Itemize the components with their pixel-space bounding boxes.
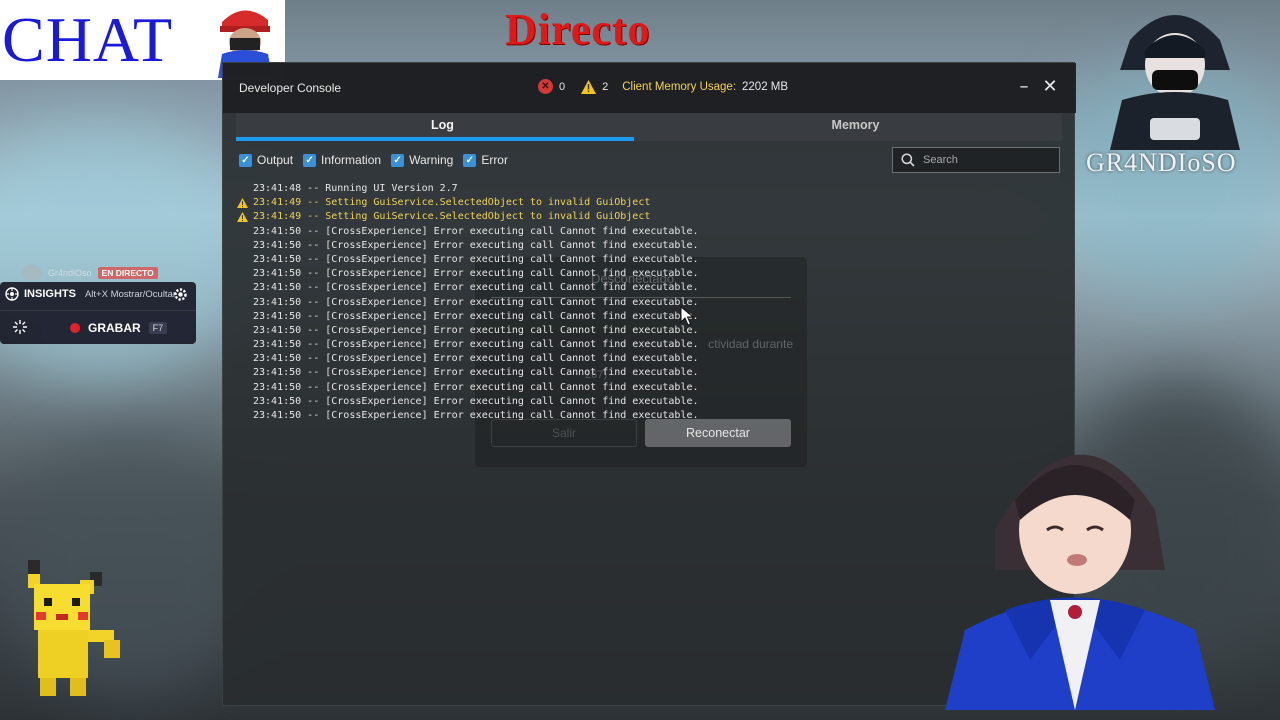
warning-icon xyxy=(581,79,597,94)
log-text: 23:41:50 -- [CrossExperience] Error exec… xyxy=(253,268,699,280)
search-input[interactable] xyxy=(923,154,1053,166)
log-text: 23:41:50 -- [CrossExperience] Error exec… xyxy=(253,225,699,237)
log-text: 23:41:48 -- Running UI Version 2.7 xyxy=(253,183,458,194)
warning-icon xyxy=(237,212,248,223)
record-shortcut: F7 xyxy=(148,322,168,334)
checkbox-icon[interactable]: ✓ xyxy=(391,153,405,167)
pikachu-image xyxy=(28,560,120,696)
log-text: 23:41:49 -- Setting GuiService.SelectedO… xyxy=(253,211,651,223)
log-line: 23:41:50 -- [CrossExperience] Error exec… xyxy=(237,338,1057,352)
stream-title: Directo xyxy=(505,5,651,54)
log-output: 23:41:48 -- Running UI Version 2.7 23:41:… xyxy=(237,182,1057,692)
error-count: 0 xyxy=(559,80,566,93)
gear-icon[interactable] xyxy=(173,287,188,302)
log-line: 23:41:50 -- [CrossExperience] Error exec… xyxy=(237,225,1057,239)
log-line: 23:41:50 -- [CrossExperience] Error exec… xyxy=(237,310,1057,324)
log-text: 23:41:50 -- [CrossExperience] Error exec… xyxy=(253,253,699,265)
search-box[interactable] xyxy=(892,147,1060,173)
log-text: 23:41:50 -- [CrossExperience] Error exec… xyxy=(253,381,699,393)
search-icon xyxy=(901,153,915,167)
log-line: 23:41:50 -- [CrossExperience] Error exec… xyxy=(237,296,1057,310)
console-status: ✕ 0 2 Client Memory Usage: 2202 MB xyxy=(538,79,788,94)
record-button[interactable]: GRABAR F7 xyxy=(42,314,192,342)
log-text: 23:41:50 -- [CrossExperience] Error exec… xyxy=(253,239,699,251)
error-icon: ✕ xyxy=(538,79,553,94)
memory-value: 2202 MB xyxy=(742,80,789,93)
filter-label: Warning xyxy=(409,153,454,167)
tab-memory[interactable]: Memory xyxy=(649,113,1062,141)
filter-error[interactable]: ✓ Error xyxy=(463,153,508,167)
insights-divider xyxy=(0,310,196,311)
log-line: 23:41:48 -- Running UI Version 2.7 xyxy=(237,182,1057,196)
streamer-logo-image xyxy=(1110,15,1240,150)
memory-label: Client Memory Usage: xyxy=(622,80,737,93)
log-text: 23:41:50 -- [CrossExperience] Error exec… xyxy=(253,296,699,308)
checkbox-icon[interactable]: ✓ xyxy=(239,153,252,167)
log-line: 23:41:50 -- [CrossExperience] Error exec… xyxy=(237,281,1057,295)
record-label: GRABAR xyxy=(88,321,141,335)
checkbox-icon[interactable]: ✓ xyxy=(303,153,317,167)
warning-icon xyxy=(237,198,248,209)
insights-logo-icon xyxy=(5,287,19,301)
chat-label: CHAT xyxy=(2,4,174,75)
filter-output[interactable]: ✓ Output xyxy=(239,153,293,167)
insights-widget: INSIGHTS Alt+X Mostrar/Ocultar GRABAR F7 xyxy=(0,282,196,344)
log-text: 23:41:50 -- [CrossExperience] Error exec… xyxy=(253,395,699,407)
log-line: 23:41:50 -- [CrossExperience] Error exec… xyxy=(237,324,1057,338)
insights-user: Gr4ndiOso EN DIRECTO xyxy=(22,265,158,281)
mouse-cursor-icon xyxy=(680,306,694,326)
console-title: Developer Console xyxy=(239,81,342,95)
log-line: 23:41:50 -- [CrossExperience] Error exec… xyxy=(237,253,1057,267)
log-line: 23:41:50 -- [CrossExperience] Error exec… xyxy=(237,409,1057,423)
log-text: 23:41:50 -- [CrossExperience] Error exec… xyxy=(253,353,699,365)
log-text: 23:41:50 -- [CrossExperience] Error exec… xyxy=(253,324,699,336)
insights-header: INSIGHTS Alt+X Mostrar/Ocultar xyxy=(5,287,176,301)
filter-label: Information xyxy=(321,153,382,167)
log-line: 23:41:50 -- [CrossExperience] Error exec… xyxy=(237,395,1057,409)
log-line: 23:41:50 -- [CrossExperience] Error exec… xyxy=(237,352,1057,366)
warning-count: 2 xyxy=(602,80,609,93)
insights-shortcut-hint: Alt+X Mostrar/Ocultar xyxy=(84,288,177,300)
vtuber-avatar-image xyxy=(945,454,1215,710)
filter-label: Output xyxy=(257,153,294,167)
console-tabs: Log Memory xyxy=(236,113,1062,141)
sparkle-icon[interactable] xyxy=(12,319,28,335)
log-line-warning: 23:41:49 -- Setting GuiService.SelectedO… xyxy=(237,210,1057,224)
log-line-warning: 23:41:49 -- Setting GuiService.SelectedO… xyxy=(237,196,1057,210)
filter-label: Error xyxy=(481,153,508,167)
log-text: 23:41:50 -- [CrossExperience] Error exec… xyxy=(253,367,699,379)
insights-title: INSIGHTS xyxy=(24,288,76,300)
log-text: 23:41:50 -- [CrossExperience] Error exec… xyxy=(253,410,699,421)
record-icon xyxy=(70,323,80,333)
log-line: 23:41:50 -- [CrossExperience] Error exec… xyxy=(237,366,1057,380)
log-text: 23:41:50 -- [CrossExperience] Error exec… xyxy=(253,282,699,294)
log-text: 23:41:50 -- [CrossExperience] Error exec… xyxy=(253,339,699,351)
avatar xyxy=(22,265,42,281)
log-line: 23:41:50 -- [CrossExperience] Error exec… xyxy=(237,239,1057,253)
log-line: 23:41:50 -- [CrossExperience] Error exec… xyxy=(237,267,1057,281)
live-badge: EN DIRECTO xyxy=(97,267,158,279)
checkbox-icon[interactable]: ✓ xyxy=(463,153,477,167)
log-line: 23:41:50 -- [CrossExperience] Error exec… xyxy=(237,381,1057,395)
insights-user-name: Gr4ndiOso xyxy=(48,268,92,278)
filter-information[interactable]: ✓ Information xyxy=(303,153,381,167)
log-text: 23:41:49 -- Setting GuiService.SelectedO… xyxy=(253,197,651,209)
close-icon[interactable]: ✕ xyxy=(1039,77,1061,99)
log-text: 23:41:50 -- [CrossExperience] Error exec… xyxy=(253,310,699,322)
minimize-icon[interactable]: – xyxy=(1013,77,1035,99)
active-tab-indicator xyxy=(236,137,634,141)
streamer-logo-name: GR4NDIoSO xyxy=(1086,148,1237,177)
filter-warning[interactable]: ✓ Warning xyxy=(391,153,453,167)
console-titlebar: Developer Console ✕ 0 2 Client Memory Us… xyxy=(223,63,1076,113)
log-filters: ✓ Output ✓ Information ✓ Warning ✓ Error xyxy=(239,153,508,167)
